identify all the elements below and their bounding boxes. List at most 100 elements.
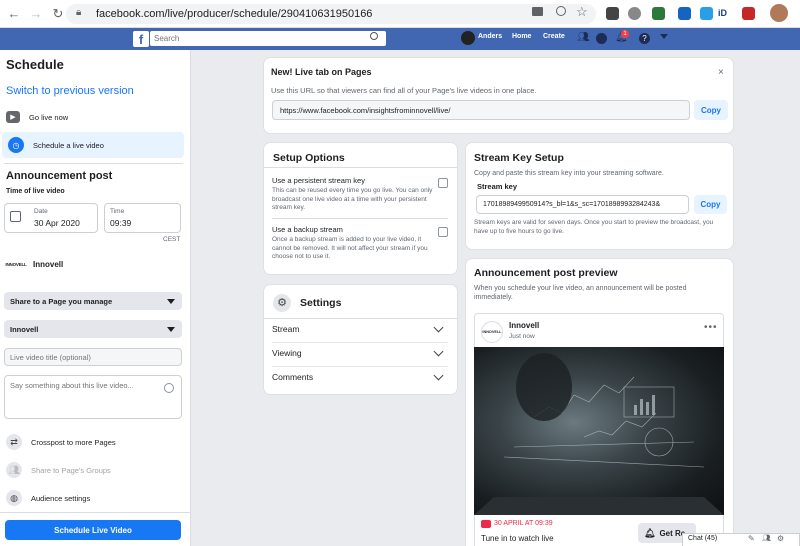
live-video-icon: [481, 520, 491, 528]
divider: [272, 218, 448, 219]
bell-icon: 🔔︎: [644, 527, 656, 538]
crosspost-label: Crosspost to more Pages: [31, 437, 116, 447]
help-icon[interactable]: ?: [639, 33, 650, 44]
live-tab-url-field[interactable]: https://www.facebook.com/insightsfrominn…: [272, 100, 690, 120]
persistent-key-checkbox[interactable]: [438, 178, 448, 188]
account-menu-caret-icon[interactable]: [660, 34, 668, 39]
comments-label: Comments: [272, 372, 314, 382]
date-field-label: Date: [34, 208, 48, 215]
page-select-label: Innovell: [10, 324, 39, 334]
chat-label[interactable]: Chat (45): [688, 535, 717, 542]
new-message-icon[interactable]: ✎: [748, 534, 755, 543]
go-live-option[interactable]: ▶ Go live now: [0, 104, 185, 130]
stream-key-title: Stream Key Setup: [474, 152, 564, 164]
stream-key-label: Stream key: [477, 182, 518, 191]
page-select-dropdown[interactable]: Innovell: [4, 320, 182, 338]
stream-section-toggle[interactable]: Stream: [272, 322, 446, 334]
stream-key-field[interactable]: 1701898949950914?s_bl=1&s_sc=17018989932…: [476, 195, 689, 214]
friends-icon[interactable]: 👥︎: [577, 32, 590, 43]
camera-icon[interactable]: [532, 7, 543, 16]
time-value: 09:39: [110, 218, 132, 228]
lock-icon[interactable]: 🔒︎: [76, 7, 81, 18]
page-name: Innovell: [33, 260, 64, 269]
close-icon[interactable]: ×: [718, 67, 724, 78]
forward-icon[interactable]: →: [28, 6, 44, 21]
live-title-input[interactable]: [4, 348, 182, 366]
description-textarea[interactable]: [4, 375, 182, 419]
divider: [0, 512, 191, 513]
chat-settings-gear-icon[interactable]: ⚙: [777, 534, 784, 543]
emoji-icon[interactable]: [164, 383, 174, 393]
divider: [272, 342, 448, 343]
preview-tune-in: Tune in to watch live: [481, 534, 554, 543]
audience-settings-option[interactable]: ◍ Audience settings: [0, 485, 185, 511]
extension-icon[interactable]: [700, 7, 713, 20]
copy-stream-key-button[interactable]: Copy: [694, 195, 727, 214]
copy-url-button[interactable]: Copy: [694, 100, 728, 120]
share-destination-label: Share to a Page you manage: [10, 296, 113, 306]
facebook-search-input[interactable]: [150, 31, 386, 46]
share-destination-dropdown[interactable]: Share to a Page you manage: [4, 292, 182, 310]
timezone-label: CEST: [163, 236, 181, 243]
facebook-top-bar: [0, 28, 800, 50]
audience-settings-label: Audience settings: [31, 493, 91, 503]
video-camera-icon: ▶: [6, 111, 20, 123]
share-groups-option[interactable]: 👥︎ Share to Page's Groups: [0, 457, 185, 483]
url-text[interactable]: facebook.com/live/producer/schedule/2904…: [96, 8, 372, 20]
more-options-icon[interactable]: •••: [704, 322, 718, 333]
extension-icon[interactable]: [652, 7, 665, 20]
group-chat-icon[interactable]: 👥︎: [762, 534, 771, 542]
preview-live-date: 30 APRIL AT 09:39: [494, 520, 553, 527]
star-icon[interactable]: ☆: [576, 4, 588, 20]
backup-stream-checkbox[interactable]: [438, 227, 448, 237]
divider: [272, 366, 448, 367]
divider: [4, 163, 183, 164]
announcement-heading: Announcement post: [6, 170, 113, 182]
live-tab-description: Use this URL so that viewers can find al…: [271, 86, 537, 95]
extension-icon[interactable]: iD: [718, 8, 727, 18]
backup-stream-description: Once a backup stream is added to your li…: [272, 236, 428, 260]
backup-stream-title: Use a backup stream: [272, 225, 343, 234]
setup-options-title: Setup Options: [273, 152, 345, 164]
extension-icon[interactable]: [678, 7, 691, 20]
time-field-label: Time: [110, 208, 125, 215]
persistent-key-description: This can be reused every time you go liv…: [272, 187, 433, 211]
user-avatar[interactable]: [461, 31, 475, 45]
persistent-key-title: Use a persistent stream key: [272, 176, 365, 185]
notification-badge: 1: [621, 30, 629, 38]
viewing-section-toggle[interactable]: Viewing: [272, 346, 446, 358]
preview-page-logo: INNOVELL: [481, 321, 503, 343]
dropdown-caret-icon: [167, 326, 175, 332]
schedule-live-label: Schedule a live video: [33, 140, 104, 150]
crosspost-option[interactable]: ⇄ Crosspost to more Pages: [0, 429, 185, 455]
extension-icon[interactable]: [628, 7, 641, 20]
preview-image: [474, 347, 724, 515]
reload-icon[interactable]: ↻: [50, 6, 66, 22]
facebook-logo-icon[interactable]: f: [133, 31, 149, 47]
comments-section-toggle[interactable]: Comments: [272, 370, 446, 382]
back-icon[interactable]: ←: [6, 6, 22, 21]
create-link[interactable]: Create: [543, 33, 565, 40]
gear-icon: ⚙: [273, 294, 291, 312]
dropdown-caret-icon: [167, 298, 175, 304]
clock-icon: ◷: [8, 137, 24, 153]
schedule-live-option[interactable]: ◷ Schedule a live video: [2, 132, 184, 158]
calendar-icon: [10, 211, 21, 222]
time-of-live-label: Time of live video: [6, 188, 65, 195]
profile-avatar[interactable]: [770, 4, 788, 22]
schedule-live-video-button[interactable]: Schedule Live Video: [5, 520, 181, 540]
user-name-link[interactable]: Anders: [478, 33, 502, 40]
zoom-icon[interactable]: [556, 6, 566, 16]
share-groups-label: Share to Page's Groups: [31, 465, 111, 475]
switch-version-link[interactable]: Switch to previous version: [6, 85, 134, 97]
settings-title: Settings: [300, 297, 342, 309]
preview-description: When you schedule your live video, an an…: [474, 285, 687, 301]
crosspost-icon: ⇄: [6, 434, 22, 450]
extension-icon[interactable]: [606, 7, 619, 20]
extension-icon[interactable]: [742, 7, 755, 20]
messenger-icon[interactable]: [596, 33, 607, 44]
home-link[interactable]: Home: [512, 33, 531, 40]
search-icon[interactable]: [370, 32, 378, 40]
page-title: Schedule: [6, 57, 64, 72]
divider: [264, 167, 457, 168]
